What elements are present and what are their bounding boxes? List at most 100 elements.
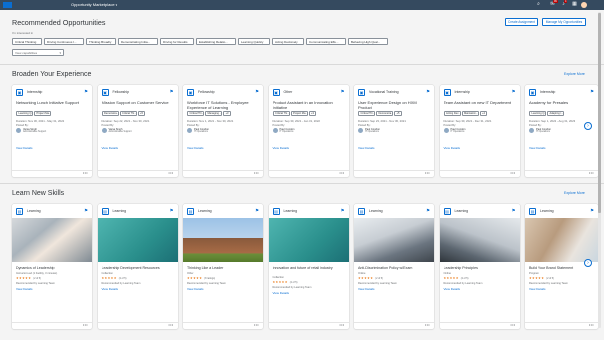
more-options-icon[interactable]: •••	[425, 170, 430, 175]
more-options-icon[interactable]: •••	[510, 322, 515, 327]
view-details-link[interactable]: View Details	[273, 291, 289, 295]
opportunity-title[interactable]: Academy for Presales	[529, 100, 594, 105]
opportunity-title[interactable]: Team Assistant on new IT Department	[444, 100, 516, 105]
carousel-next-button[interactable]: ›	[584, 259, 592, 267]
bookmark-icon[interactable]: ⚑	[84, 89, 88, 95]
capability-chip[interactable]: Establishing Relatio...	[196, 38, 236, 45]
opportunity-title[interactable]: Mission Support on Customer Service	[102, 100, 174, 105]
course-title[interactable]: Dynamics of Leadership	[16, 266, 88, 271]
bookmark-icon[interactable]: ⚑	[84, 208, 88, 214]
course-title[interactable]: Anti-Discrimination Policy w/Exam	[358, 266, 430, 271]
bookmark-icon[interactable]: ⚑	[255, 89, 259, 95]
recommended-by: Recommended by Learning Team	[443, 282, 483, 285]
course-image[interactable]	[12, 218, 92, 262]
course-image[interactable]	[525, 218, 598, 262]
course-title[interactable]: Thinking Like a Leader	[187, 266, 259, 271]
course-image[interactable]	[268, 218, 349, 262]
learning-card[interactable]: ▤ Learning ⚑ Leadership Principles Online ★★★…	[439, 204, 520, 329]
more-options-icon[interactable]: •••	[589, 170, 594, 175]
opportunity-card[interactable]: ▣ Other ⚑ Product Assistant in an Innovatio…	[268, 85, 349, 177]
more-options-icon[interactable]: •••	[589, 322, 594, 327]
capability-chip[interactable]: Demonstrating Initia...	[118, 38, 158, 45]
opportunity-card[interactable]: ▣ Internship ⚑ Academy for Presales Learning…	[525, 85, 598, 177]
view-details-link[interactable]: View Details	[16, 287, 32, 291]
opportunity-card[interactable]: ▣ Fellowship ⚑ Workforce IT Solutions - Emp…	[183, 85, 263, 177]
opportunity-title[interactable]: Workforce IT Solutions - Employee Experi…	[187, 100, 259, 110]
capabilities-select[interactable]: View capabilities ▾	[12, 49, 64, 56]
user-avatar[interactable]	[581, 2, 587, 8]
carousel-next-button[interactable]: ›	[584, 122, 592, 130]
course-image[interactable]	[354, 218, 434, 262]
more-options-icon[interactable]: •••	[83, 170, 88, 175]
course-title[interactable]: Leadership Principles	[444, 266, 516, 271]
view-details-link[interactable]: View Details	[529, 146, 545, 150]
view-details-link[interactable]: View Details	[358, 146, 374, 150]
opportunity-card[interactable]: ▣ Internship ⚑ Networking Lunch Initiative …	[12, 85, 92, 177]
capability-chip[interactable]: Learning Quickly	[238, 38, 270, 45]
opportunity-card[interactable]: ▣ Internship ⚑ Team Assistant on new IT Dep…	[439, 85, 520, 177]
course-image[interactable]	[439, 218, 520, 262]
capability-chip[interactable]: Critical Thinking	[12, 38, 42, 45]
learning-card[interactable]: ▤ Learning ⚑ Anti-Discrimination Policy w/E…	[354, 204, 434, 329]
explore-more-link[interactable]: Explore More	[564, 191, 585, 195]
course-title[interactable]: Leadership Development Resources	[102, 266, 174, 271]
create-assignment-button[interactable]: Create Assignment	[505, 18, 538, 26]
course-image[interactable]	[183, 218, 263, 262]
capability-chip[interactable]: Acting Decisively	[272, 38, 304, 45]
capability-chip[interactable]: Driving for Results	[160, 38, 194, 45]
bookmark-icon[interactable]: ⚑	[426, 89, 430, 95]
capability-chip[interactable]: Communicating Effe...	[306, 38, 346, 45]
more-options-icon[interactable]: •••	[254, 170, 259, 175]
bookmark-icon[interactable]: ⚑	[426, 208, 430, 214]
opportunity-card[interactable]: ▣ Vocational Training ⚑ User Experience Des…	[354, 85, 434, 177]
grid-icon[interactable]: ▦	[571, 1, 578, 8]
bookmark-icon[interactable]: ⚑	[255, 208, 259, 214]
learning-card[interactable]: ▤ Learning ⚑ Thinking Like a Leader Other ★★★…	[183, 204, 263, 329]
bookmark-icon[interactable]: ⚑	[590, 89, 594, 95]
search-icon[interactable]: ⌕	[535, 1, 542, 8]
learning-card[interactable]: ▤ Learning ⚑ Leadership Development Resourc…	[97, 204, 178, 329]
capability-chip[interactable]: Driving Continuous I...	[44, 38, 84, 45]
more-options-icon[interactable]: •••	[425, 322, 430, 327]
more-options-icon[interactable]: •••	[339, 322, 344, 327]
view-details-link[interactable]: View Details	[444, 287, 460, 291]
opportunity-title[interactable]: User Experience Design on HXM Product	[358, 100, 430, 110]
more-options-icon[interactable]: •••	[254, 322, 259, 327]
capability-chip[interactable]: Behaving High Qual...	[348, 38, 388, 45]
bookmark-icon[interactable]: ⚑	[590, 208, 594, 214]
more-options-icon[interactable]: •••	[339, 170, 344, 175]
bookmark-icon[interactable]: ⚑	[169, 89, 173, 95]
view-details-link[interactable]: View Details	[102, 146, 118, 150]
more-options-icon[interactable]: •••	[168, 170, 173, 175]
scrollbar-thumb[interactable]	[598, 13, 601, 213]
view-details-link[interactable]: View Details	[444, 146, 460, 150]
view-details-link[interactable]: View Details	[273, 146, 289, 150]
bookmark-icon[interactable]: ⚑	[511, 89, 515, 95]
view-details-link[interactable]: View Details	[102, 287, 118, 291]
more-options-icon[interactable]: •••	[168, 322, 173, 327]
opportunity-card[interactable]: ▣ Fellowship ⚑ Mission Support on Customer …	[97, 85, 178, 177]
view-details-link[interactable]: View Details	[187, 287, 203, 291]
learning-card[interactable]: ▤ Learning ⚑ Dynamics of Leadership Instruct…	[12, 204, 92, 329]
opportunity-title[interactable]: Product Assistant in an Innovation Initi…	[273, 100, 345, 110]
capability-chip[interactable]: Thinking Broadly	[86, 38, 116, 45]
manage-opportunities-button[interactable]: Manage My Opportunities	[542, 18, 586, 26]
company-logo[interactable]	[3, 2, 12, 8]
view-details-link[interactable]: View Details	[358, 287, 374, 291]
course-image[interactable]	[97, 218, 178, 262]
view-details-link[interactable]: View Details	[187, 146, 203, 150]
course-title[interactable]: Build Your Brand Statement	[529, 266, 594, 271]
app-title-menu[interactable]: Opportunity Marketplace▾	[71, 2, 117, 8]
more-options-icon[interactable]: •••	[83, 322, 88, 327]
explore-more-link[interactable]: Explore More	[564, 72, 585, 76]
view-details-link[interactable]: View Details	[529, 287, 545, 291]
view-details-link[interactable]: View Details	[16, 146, 32, 150]
bookmark-icon[interactable]: ⚑	[340, 208, 344, 214]
course-title[interactable]: Innovation and future of retail industry	[273, 266, 345, 271]
more-options-icon[interactable]: •••	[510, 170, 515, 175]
learning-card[interactable]: ▤ Learning ⚑ Innovation and future of retai…	[268, 204, 349, 329]
opportunity-title[interactable]: Networking Lunch Initiative Support	[16, 100, 88, 105]
bookmark-icon[interactable]: ⚑	[511, 208, 515, 214]
bookmark-icon[interactable]: ⚑	[340, 89, 344, 95]
bookmark-icon[interactable]: ⚑	[169, 208, 173, 214]
